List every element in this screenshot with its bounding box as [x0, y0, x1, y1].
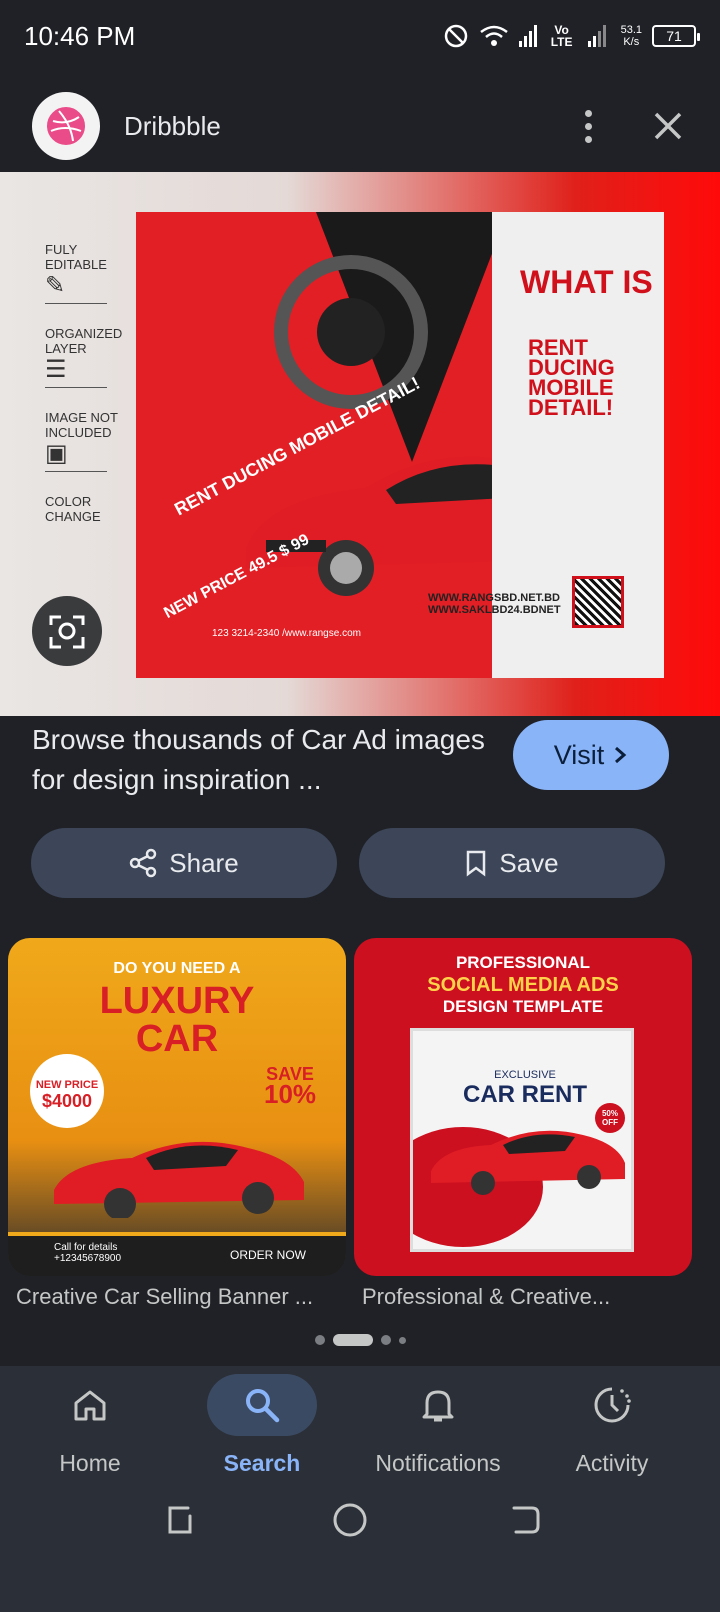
related-image-title[interactable]: Creative Car Selling Banner ... [16, 1284, 336, 1310]
nav-notifications-label: Notifications [375, 1450, 501, 1476]
qr-code-icon [572, 576, 624, 628]
network-speed-unit: K/s [623, 36, 640, 48]
nav-notifications[interactable]: Notifications [348, 1374, 528, 1477]
pager-dot [380, 1335, 391, 1345]
signal-icon-2 [587, 25, 606, 47]
share-label: Share [169, 847, 239, 878]
poster-web: WWW.RANGSBD.NET.BD WWW.SAKLBD24.BDNET [428, 592, 561, 616]
card2-heading: PROFESSIONAL SOCIAL MEDIA ADS DESIGN TEM… [427, 953, 619, 1016]
pager-dots [0, 1334, 720, 1346]
pager-dot [314, 1335, 325, 1345]
nav-activity[interactable]: Activity [522, 1374, 702, 1477]
system-navigation [0, 1490, 720, 1570]
signal-icon [518, 25, 537, 47]
image-icon: ▣ [45, 440, 68, 467]
nav-activity-label: Activity [575, 1450, 649, 1476]
close-icon[interactable] [648, 106, 688, 146]
save-button[interactable]: Save [359, 828, 665, 898]
battery-icon: 71 [652, 25, 700, 47]
search-icon [246, 1389, 280, 1423]
recent-apps-icon[interactable] [150, 1490, 210, 1550]
card1-headline: LUXURY CAR [99, 980, 255, 1060]
more-vert-icon[interactable] [568, 102, 608, 150]
poster-phone: 123 3214-2340 /www.rangse.com [212, 628, 361, 639]
nav-home[interactable]: Home [0, 1374, 180, 1477]
back-icon[interactable] [494, 1490, 554, 1550]
share-button[interactable]: Share [31, 828, 337, 898]
dribbble-icon [47, 107, 85, 145]
layers-icon: ☰ [45, 356, 67, 383]
activity-icon [594, 1387, 631, 1423]
image-caption: Browse thousands of Car Ad images for de… [32, 724, 485, 795]
bookmark-icon [467, 850, 486, 877]
card1-price-badge: NEW PRICE $4000 [30, 1054, 104, 1128]
nav-search-label: Search [223, 1450, 301, 1476]
card1-top: DO YOU NEED A [113, 960, 241, 977]
network-speed-value: 53.1 [620, 24, 642, 36]
google-lens-icon[interactable] [32, 596, 102, 666]
poster-text: RENT DUCING MOBILE DETAIL! [528, 335, 615, 420]
share-icon [130, 848, 157, 878]
bottom-navigation: Home Search Notifications Activity [0, 1366, 720, 1612]
site-header: Dribbble [0, 80, 720, 172]
nav-home-label: Home [59, 1450, 121, 1476]
edit-icon: ✎ [45, 272, 66, 299]
network-speed: 53.1 K/s [621, 24, 642, 48]
status-bar: 10:46 PM Vo LTE 53.1 K/s 71 [0, 0, 720, 72]
red-car-graphic [431, 1130, 625, 1195]
ad-poster: RENT DUCING MOBILE DETAIL! NEW PRICE 49.… [136, 212, 664, 678]
related-image-card[interactable]: DO YOU NEED A LUXURY CAR NEW PRICE $4000 S… [8, 938, 346, 1276]
feature-item: ORGANIZED LAYER ☰ [45, 326, 125, 388]
related-image-title[interactable]: Professional & Creative... [362, 1284, 692, 1310]
nav-search[interactable]: Search [172, 1374, 352, 1477]
related-image-card[interactable]: PROFESSIONAL SOCIAL MEDIA ADS DESIGN TEM… [354, 938, 692, 1276]
site-name: Dribbble [124, 110, 221, 141]
visit-label: Visit [553, 739, 605, 770]
chevron-right-icon [615, 746, 627, 764]
hero-feature-list: FULY EDITABLE ✎ ORGANIZED LAYER ☰ IMAGE NO… [45, 242, 125, 546]
status-time: 10:46 PM [24, 20, 136, 51]
pager-dot-active [332, 1334, 373, 1346]
site-logo[interactable] [32, 92, 100, 160]
poster-heading: WHAT IS [520, 264, 653, 300]
status-icons: Vo LTE 53.1 K/s 71 [443, 23, 700, 49]
bell-icon [422, 1390, 454, 1422]
do-not-disturb-icon [444, 24, 467, 48]
feature-item: IMAGE NOT INCLUDED ▣ [45, 410, 125, 472]
card1-save: SAVE 10% [264, 1064, 317, 1109]
home-icon [74, 1390, 106, 1421]
pager-dot [398, 1336, 406, 1344]
red-car-graphic [54, 1141, 304, 1218]
feature-item: FULY EDITABLE ✎ [45, 242, 125, 304]
hero-image[interactable]: FULY EDITABLE ✎ ORGANIZED LAYER ☰ IMAGE NO… [0, 172, 720, 716]
feature-item: COLOR CHANGE [45, 494, 101, 524]
card1-footer: Call for details +12345678900 ORDER NOW [8, 1232, 346, 1276]
visit-button[interactable]: Visit [513, 720, 669, 790]
card2-poster: EXCLUSIVE CAR RENT 50% OFF [410, 1028, 634, 1252]
wifi-icon [479, 25, 508, 46]
save-label: Save [499, 847, 559, 878]
home-button-icon[interactable] [320, 1490, 380, 1550]
network-label: Vo LTE [550, 23, 573, 49]
